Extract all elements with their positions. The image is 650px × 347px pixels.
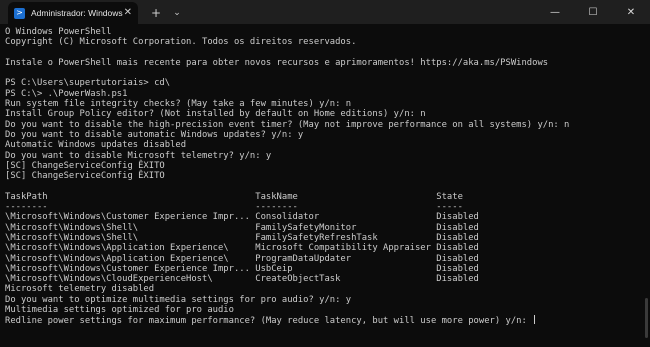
terminal-line: Do you want to disable the high-precisio…	[5, 119, 570, 130]
tab-title: Administrador: Windows Pow	[31, 8, 123, 18]
terminal-line: O Windows PowerShell	[5, 27, 112, 37]
tab-powershell[interactable]: > Administrador: Windows Pow ✕	[8, 2, 138, 24]
terminal-line: \Microsoft\Windows\Customer Experience I…	[5, 212, 479, 223]
maximize-button[interactable]: ☐	[574, 0, 612, 24]
terminal-line: Microsoft telemetry disabled	[5, 284, 155, 295]
tab-close-icon[interactable]: ✕	[124, 7, 132, 18]
window-controls: — ☐ ✕	[536, 0, 650, 24]
terminal-line: [SC] ChangeServiceConfig ÊXITO	[5, 171, 165, 182]
scrollbar-thumb[interactable]	[645, 298, 648, 338]
new-tab-button[interactable]: +	[144, 2, 168, 24]
terminal-line: Run system file integrity checks? (May t…	[5, 99, 352, 110]
terminal-window: > Administrador: Windows Pow ✕ + ⌄ — ☐ ✕…	[0, 0, 650, 347]
terminal-line: Instale o PowerShell mais recente para o…	[5, 57, 549, 68]
terminal-line: PS C:\Users\supertutoriais> cd\	[5, 78, 171, 89]
terminal-line: \Microsoft\Windows\Application Experienc…	[5, 243, 479, 254]
terminal-line: \Microsoft\Windows\Shell\ FamilySafetyMo…	[5, 222, 479, 233]
minimize-button[interactable]: —	[536, 0, 574, 24]
close-button[interactable]: ✕	[612, 0, 650, 24]
chevron-down-icon[interactable]: ⌄	[168, 2, 186, 24]
terminal-line: [SC] ChangeServiceConfig ÊXITO	[5, 160, 165, 171]
terminal-line: Multimedia settings optimized for pro au…	[5, 305, 234, 316]
powershell-icon: >	[14, 7, 25, 19]
text-cursor	[534, 315, 536, 325]
terminal-output[interactable]: O Windows PowerShell Copyright (C) Micros…	[5, 27, 645, 343]
terminal-line: Do you want to optimize multimedia setti…	[5, 294, 352, 305]
terminal-line: -------- -------- -----	[5, 202, 463, 213]
terminal-line: \Microsoft\Windows\Shell\ FamilySafetyRe…	[5, 232, 479, 243]
terminal-line: Install Group Policy editor? (Not instal…	[5, 109, 426, 120]
terminal-line: TaskPath TaskName State	[5, 191, 463, 202]
terminal-line: Do you want to disable Microsoft telemet…	[5, 150, 272, 161]
terminal-line: \Microsoft\Windows\Customer Experience I…	[5, 263, 479, 274]
title-bar: > Administrador: Windows Pow ✕ + ⌄ — ☐ ✕	[0, 0, 650, 24]
scrollbar[interactable]	[645, 28, 648, 338]
terminal-line: Do you want to disable automatic Windows…	[5, 129, 304, 140]
terminal-line: Automatic Windows updates disabled	[5, 140, 187, 151]
terminal-line: Copyright (C) Microsoft Corporation. Tod…	[5, 37, 357, 48]
terminal-line: PS C:\> .\PowerWash.ps1	[5, 88, 128, 99]
terminal-line: Redline power settings for maximum perfo…	[5, 315, 645, 326]
terminal-line: \Microsoft\Windows\CloudExperienceHost\ …	[5, 274, 479, 285]
terminal-line: \Microsoft\Windows\Application Experienc…	[5, 253, 479, 264]
